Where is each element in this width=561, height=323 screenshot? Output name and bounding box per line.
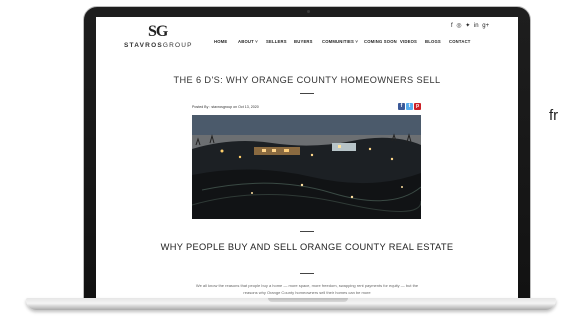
logo-wordmark[interactable]: STAVROSGROUP (124, 42, 193, 49)
section-divider-bottom (300, 273, 314, 274)
laptop-base-notch (268, 298, 348, 302)
side-text: fr (549, 107, 559, 124)
nav-communities[interactable]: COMMUNITIES ˅ (322, 39, 358, 44)
pinterest-share-button[interactable]: p (414, 103, 421, 110)
nav-sellers[interactable]: SELLERS (266, 39, 287, 44)
nav-blogs[interactable]: BLOGS (425, 39, 441, 44)
nav-buyers[interactable]: BUYERS (294, 39, 313, 44)
browser-screen: SG STAVROSGROUP f ◎ ✦ in g+ HOME ABOUT ˅… (96, 17, 518, 299)
site-header: SG STAVROSGROUP f ◎ ✦ in g+ HOME ABOUT ˅… (96, 17, 518, 57)
camera-dot (307, 10, 310, 13)
nav-videos[interactable]: VIDEOS (400, 39, 417, 44)
post-title: THE 6 D'S: WHY ORANGE COUNTY HOMEOWNERS … (173, 75, 441, 85)
nav-contact[interactable]: CONTACT (449, 39, 471, 44)
section-heading: WHY PEOPLE BUY AND SELL ORANGE COUNTY RE… (160, 242, 454, 252)
facebook-share-button[interactable]: f (398, 103, 405, 110)
social-icons[interactable]: f ◎ ✦ in g+ (451, 22, 489, 29)
section-divider-top (300, 231, 314, 232)
title-divider (300, 93, 314, 94)
twitter-share-button[interactable]: t (406, 103, 413, 110)
nav-coming-soon[interactable]: COMING SOON (364, 39, 397, 44)
article-body-text: We all know the reasons that people buy … (195, 283, 419, 295)
posted-by: Posted By : stavrosgroup on Oct 13, 2020 (192, 105, 259, 109)
hero-image (192, 115, 421, 219)
logo-word-light: GROUP (162, 42, 193, 49)
night-coastal-homes-image (192, 115, 421, 219)
logo-word-bold: STAVROS (124, 42, 163, 49)
nav-home[interactable]: HOME (214, 39, 227, 44)
nav-about[interactable]: ABOUT ˅ (238, 39, 258, 44)
logo-mark[interactable]: SG (148, 23, 168, 41)
